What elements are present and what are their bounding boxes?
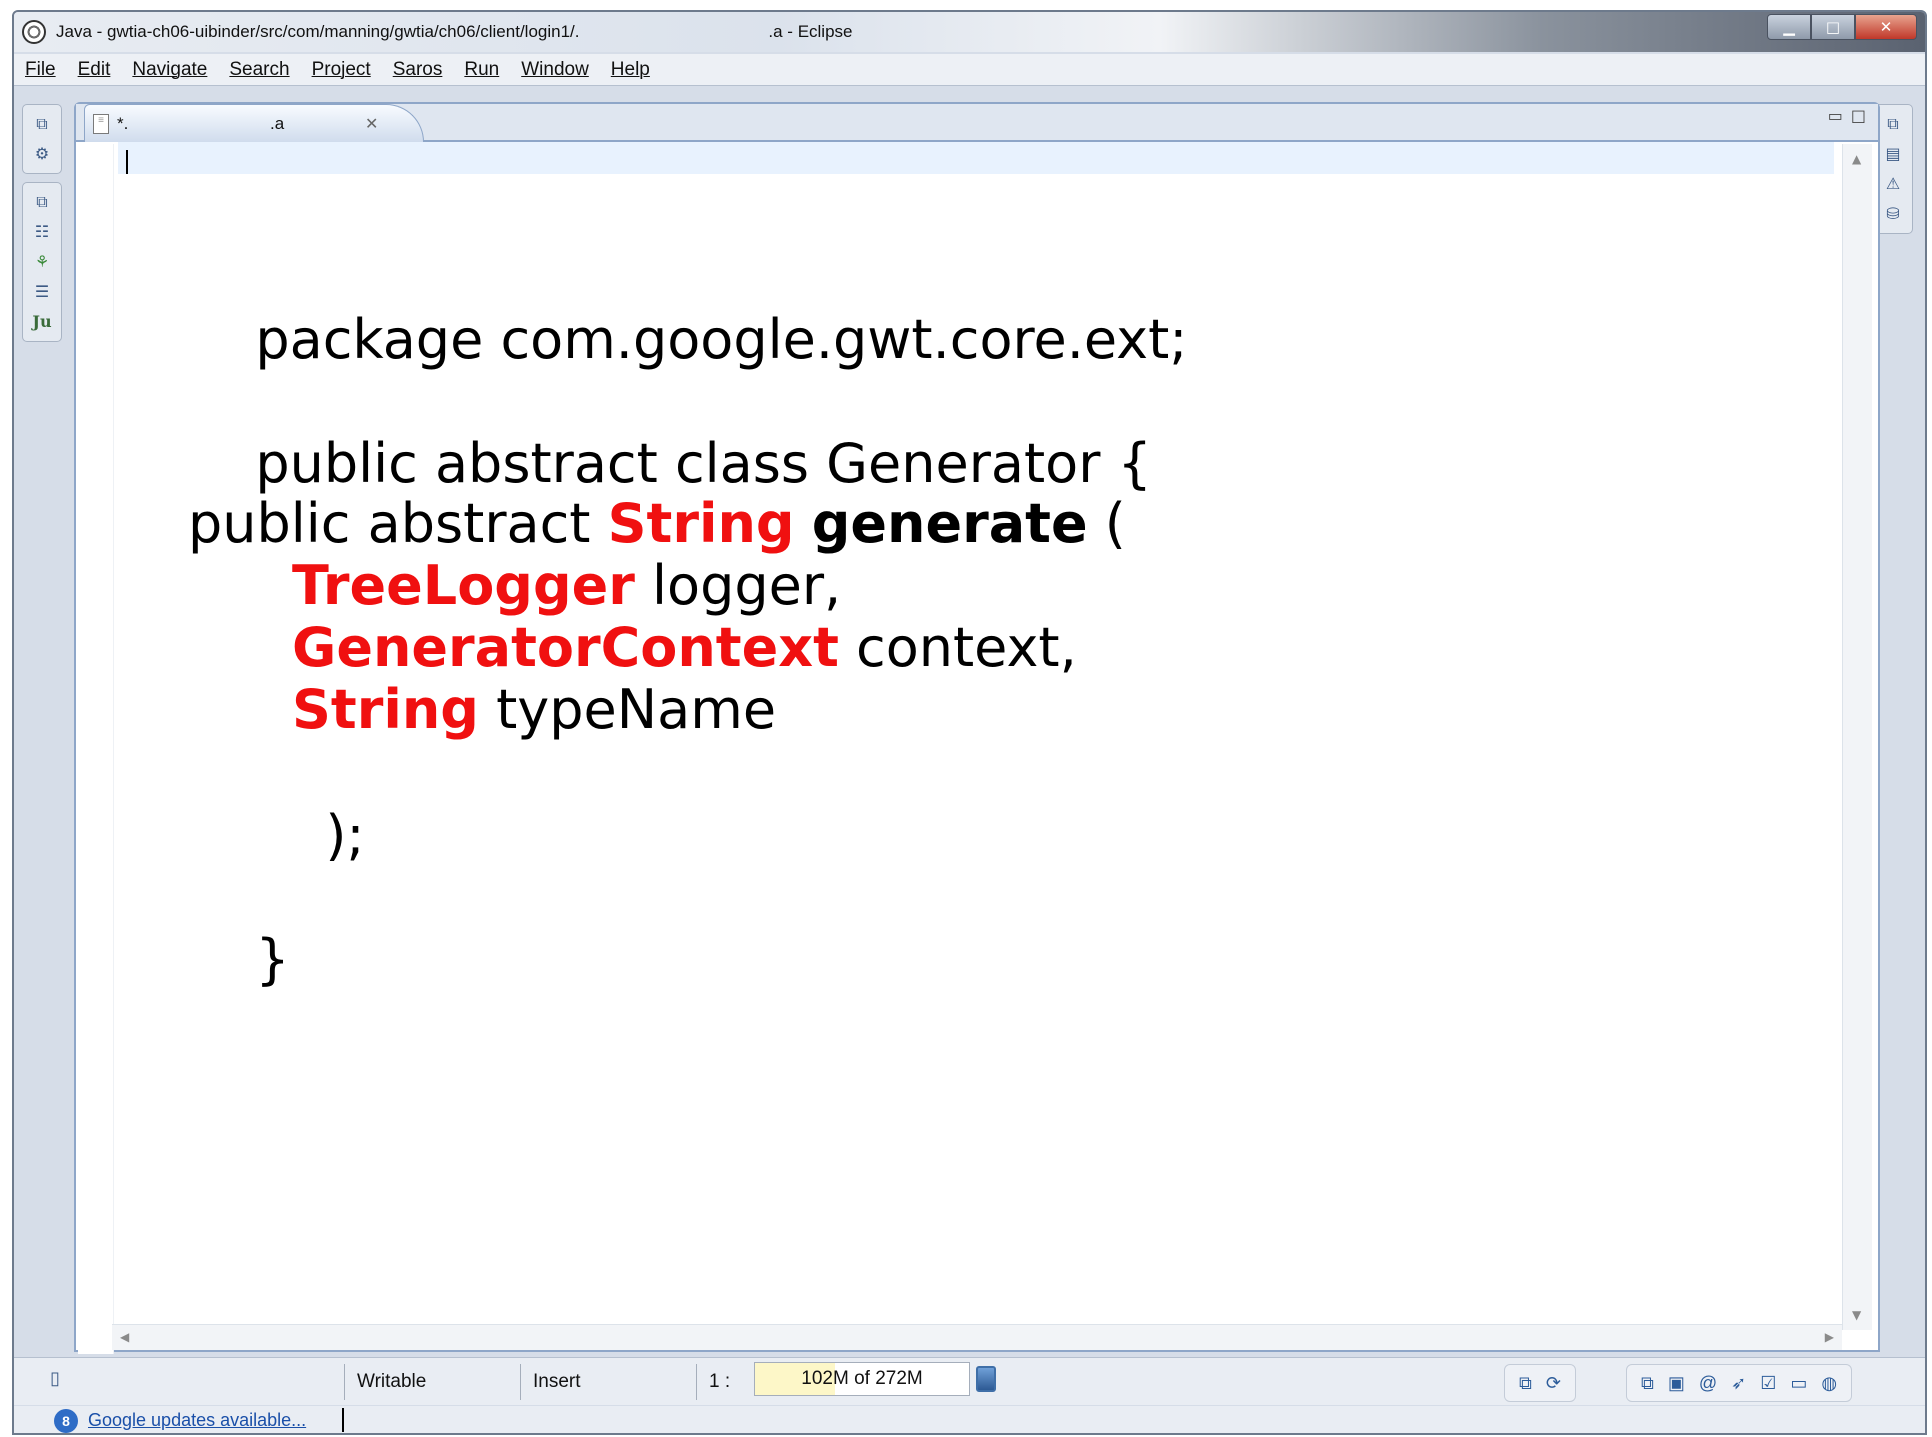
param-type-treelogger: TreeLogger: [292, 554, 635, 617]
cursor-position-label: 1 :: [709, 1371, 731, 1392]
restore-icon[interactable]: ⧉: [31, 113, 53, 135]
eclipse-window: Java - gwtia-ch06-uibinder/src/com/manni…: [12, 10, 1927, 1435]
google-updates-link[interactable]: Google updates available...: [88, 1410, 306, 1431]
editor-ruler: [78, 144, 114, 1354]
perspective-switcher-small: ⧉ ⟳: [1504, 1364, 1576, 1402]
tab-close-icon[interactable]: ✕: [365, 114, 378, 134]
param-name-logger: logger,: [634, 554, 842, 617]
web-icon[interactable]: ◍: [1821, 1373, 1837, 1394]
google-update-icon: 8: [54, 1409, 78, 1433]
close-button[interactable]: ✕: [1855, 14, 1917, 40]
document-icon: ≡: [93, 113, 109, 134]
text-caret: [126, 150, 128, 174]
minimize-button[interactable]: ▁: [1767, 14, 1811, 40]
menu-help[interactable]: Help: [600, 59, 661, 81]
code-line-close-brace: }: [118, 864, 290, 1056]
code-line-param-typename: String typeName: [292, 678, 776, 742]
package-declaration: package com.google.gwt.core.ext;: [255, 308, 1188, 371]
param-type-generatorcontext: GeneratorContext: [292, 616, 839, 679]
param-name-context: context,: [838, 616, 1077, 679]
writable-status: Writable: [344, 1364, 520, 1400]
menu-search[interactable]: Search: [218, 59, 300, 81]
servers-icon[interactable]: ⛁: [1882, 203, 1904, 225]
code-line-method: public abstract String generate (: [188, 492, 1126, 556]
hierarchy-icon[interactable]: ☷: [31, 221, 53, 243]
notification-bar: 8 Google updates available...: [14, 1406, 1925, 1433]
menu-run[interactable]: Run: [453, 59, 510, 81]
heap-label: 102M of 272M: [801, 1368, 923, 1389]
problems-icon[interactable]: ⚠: [1882, 173, 1904, 195]
restore-icon[interactable]: ⧉: [1641, 1373, 1654, 1394]
menu-navigate[interactable]: Navigate: [121, 59, 218, 81]
restore-icon[interactable]: ⧉: [1519, 1373, 1532, 1394]
class-declaration: public abstract class Generator {: [255, 432, 1152, 495]
menu-project[interactable]: Project: [301, 59, 382, 81]
menu-edit[interactable]: Edit: [67, 59, 122, 81]
restore-icon[interactable]: ⧉: [1882, 113, 1904, 135]
view-controls: ▭ □: [1828, 106, 1866, 125]
outline-icon[interactable]: ☰: [31, 281, 53, 303]
close-brace: }: [255, 928, 290, 991]
current-line-highlight: [118, 142, 1834, 174]
writable-label: Writable: [357, 1371, 427, 1392]
debug-icon[interactable]: ▣: [1668, 1373, 1685, 1394]
editor-area: ≡ *. .a ✕ ▭ □ package com.google.gwt.cor…: [74, 102, 1880, 1354]
scroll-up-icon[interactable]: ▲: [1852, 152, 1861, 166]
menu-file[interactable]: File: [14, 59, 67, 81]
left-trim-bar: ⧉ ⚙ ⧉ ☷ ⚘ ☰ Ju: [22, 104, 70, 454]
menu-bar: File Edit Navigate Search Project Saros …: [14, 54, 1925, 86]
cursor-position-status: 1 :: [696, 1364, 752, 1400]
maximize-button[interactable]: □: [1811, 14, 1855, 40]
heap-status[interactable]: 102M of 272M: [754, 1362, 970, 1396]
menu-saros[interactable]: Saros: [382, 59, 454, 81]
insert-mode-label: Insert: [533, 1371, 581, 1392]
run-icon[interactable]: ➶: [1731, 1373, 1746, 1394]
tasks-icon[interactable]: ⚙: [31, 143, 53, 165]
perspective-switcher: ⧉ ▣ @ ➶ ☑ ▭ ◍: [1626, 1364, 1853, 1402]
left-trim-group-2: ⧉ ☷ ⚘ ☰ Ju: [22, 182, 62, 342]
code-line-param-logger: TreeLogger logger,: [292, 554, 841, 618]
sync-icon[interactable]: ⟳: [1546, 1373, 1561, 1394]
title-bar: Java - gwtia-ch06-uibinder/src/com/manni…: [14, 12, 1925, 52]
notification-separator: [342, 1408, 344, 1432]
method-name: generate: [811, 492, 1088, 555]
eclipse-logo-icon[interactable]: [22, 20, 46, 44]
editor-tab-strip: ≡ *. .a ✕ ▭ □: [76, 104, 1878, 142]
editor-tab[interactable]: ≡ *. .a ✕: [84, 104, 424, 142]
tasks-icon[interactable]: ☑: [1760, 1373, 1776, 1394]
status-bar: ▯ Writable Insert 1 : 102M of 272M ⧉ ⟳ ⧉…: [14, 1357, 1925, 1405]
scroll-down-icon[interactable]: ▼: [1852, 1308, 1861, 1322]
minimize-view-icon[interactable]: ▭: [1828, 106, 1843, 125]
display-icon[interactable]: ▭: [1790, 1373, 1807, 1394]
fast-view-icon[interactable]: ▯: [50, 1368, 60, 1389]
window-title: Java - gwtia-ch06-uibinder/src/com/manni…: [56, 22, 853, 41]
maximize-view-icon[interactable]: □: [1851, 106, 1866, 125]
tree-icon[interactable]: ⚘: [31, 251, 53, 273]
garbage-collect-icon[interactable]: [976, 1366, 996, 1392]
open-paren: (: [1087, 492, 1126, 555]
method-modifiers: public abstract: [188, 492, 608, 555]
tab-filename: *. .a: [117, 113, 285, 133]
console-icon[interactable]: ▤: [1882, 143, 1904, 165]
scroll-left-icon[interactable]: ◀: [120, 1330, 129, 1344]
menu-window[interactable]: Window: [510, 59, 600, 81]
junit-icon[interactable]: Ju: [31, 311, 53, 333]
javadoc-icon[interactable]: @: [1699, 1373, 1717, 1394]
code-line-param-context: GeneratorContext context,: [292, 616, 1077, 680]
restore-icon[interactable]: ⧉: [31, 191, 53, 213]
window-controls: ▁ □ ✕: [1767, 14, 1917, 40]
left-trim-group-1: ⧉ ⚙: [22, 104, 62, 174]
param-type-string: String: [292, 678, 479, 741]
horizontal-scrollbar[interactable]: ◀ ▶: [112, 1324, 1842, 1350]
insert-mode-status: Insert: [520, 1364, 696, 1400]
return-type: String: [607, 492, 795, 555]
scroll-right-icon[interactable]: ▶: [1825, 1330, 1834, 1344]
param-name-typename: typeName: [478, 678, 777, 741]
close-paren: );: [325, 804, 365, 867]
vertical-scrollbar[interactable]: ▲ ▼: [1842, 144, 1872, 1330]
